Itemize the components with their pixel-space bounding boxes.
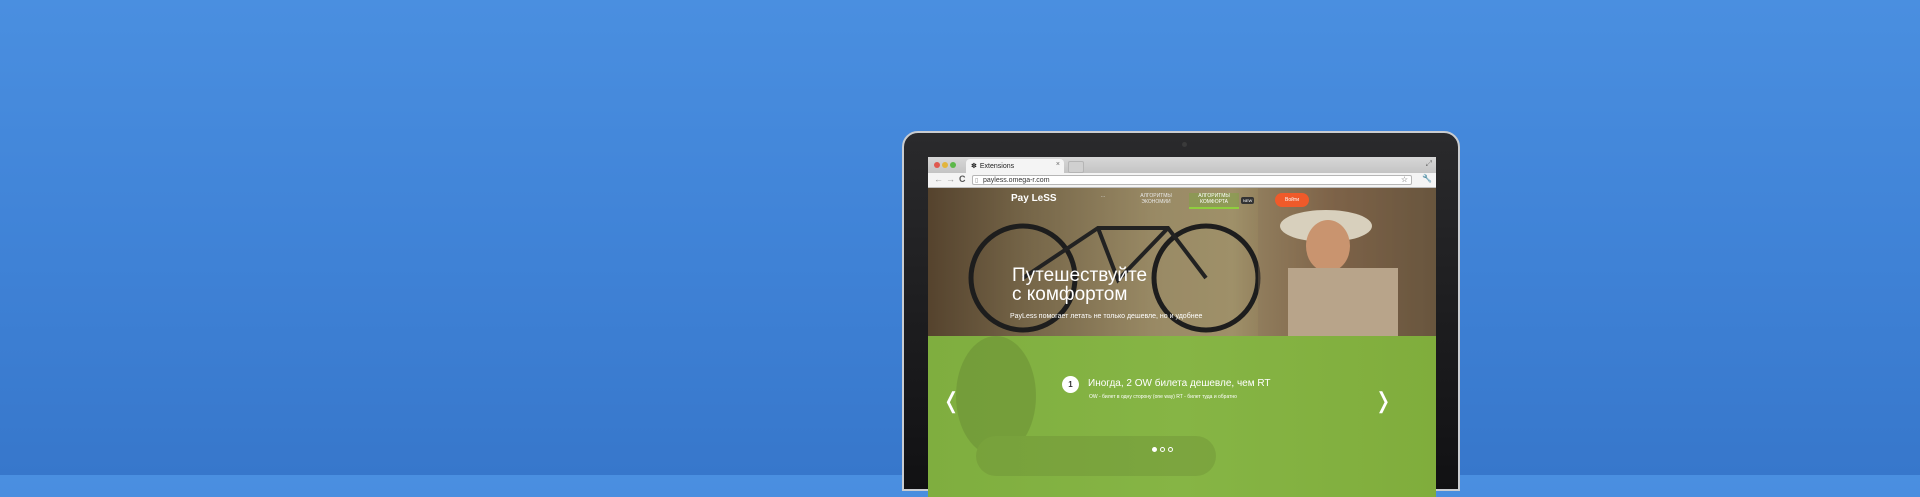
slider-next-arrow[interactable]: ❭: [1374, 388, 1392, 414]
background-figure: [956, 336, 1216, 476]
pager-dot-1[interactable]: [1152, 447, 1157, 452]
puzzle-icon: ✽: [971, 163, 977, 170]
tab-title: Extensions: [979, 162, 1015, 170]
nav-item-comfort[interactable]: АЛГОРИТМЫ КОМФОРТА: [1189, 193, 1239, 209]
slide-title: Иногда, 2 OW билета дешевле, чем RT: [1088, 378, 1271, 389]
pager-dot-2[interactable]: [1160, 447, 1165, 452]
slider-pagination: [1152, 439, 1176, 457]
laptop-screen: ✽ Extensions × ⤢ ← → C ▯ payless.omega-r…: [928, 157, 1436, 497]
reload-button[interactable]: C: [959, 174, 966, 184]
hero-title: Путешествуйте с комфортом: [1012, 266, 1147, 304]
new-badge: NEW: [1241, 197, 1255, 204]
minimize-window-button[interactable]: [942, 162, 948, 168]
slide-text: OW - билет в одну сторону (one way) RT -…: [1089, 394, 1237, 400]
back-button[interactable]: ←: [934, 174, 943, 184]
login-button[interactable]: Войти: [1275, 193, 1309, 207]
address-text: payless.omega-r.com: [983, 177, 1050, 184]
slide-number: 1: [1062, 376, 1079, 393]
wrench-icon[interactable]: 🔧: [1422, 174, 1432, 183]
site-logo[interactable]: Pay LeSS: [1011, 193, 1057, 204]
nav-item-economy[interactable]: АЛГОРИТМЫ ЭКОНОМИИ: [1138, 193, 1174, 205]
new-tab-button[interactable]: [1068, 161, 1084, 173]
tips-slider: ❬ ❭ 1 Иногда, 2 OW билета дешевле, чем R…: [928, 336, 1436, 497]
bookmark-star-icon[interactable]: ☆: [1401, 175, 1408, 185]
laptop-frame: ✽ Extensions × ⤢ ← → C ▯ payless.omega-r…: [902, 131, 1460, 497]
pager-dot-3[interactable]: [1168, 447, 1173, 452]
browser-tab[interactable]: ✽ Extensions ×: [966, 159, 1064, 173]
forward-button[interactable]: →: [946, 174, 955, 184]
maximize-window-button[interactable]: [950, 162, 956, 168]
slider-prev-arrow[interactable]: ❬: [942, 388, 960, 414]
close-tab-icon[interactable]: ×: [1056, 161, 1060, 168]
hero-title-line-2: с комфортом: [1012, 284, 1128, 305]
browser-tab-bar: ✽ Extensions × ⤢: [928, 157, 1436, 173]
hero-title-line-1: Путешествуйте: [1012, 265, 1148, 286]
page-icon: ▯: [975, 178, 979, 184]
browser-toolbar: ← → C ▯ payless.omega-r.com ☆ 🔧: [928, 173, 1436, 188]
hero-section: Pay LeSS … АЛГОРИТМЫ ЭКОНОМИИ АЛГОРИТМЫ …: [928, 188, 1436, 336]
close-window-button[interactable]: [934, 162, 940, 168]
nav-item-1[interactable]: …: [1085, 193, 1121, 199]
address-bar[interactable]: ▯ payless.omega-r.com ☆: [972, 175, 1412, 185]
hero-subtitle: PayLess помогает летать не только дешевл…: [1010, 313, 1203, 320]
camera-dot: [1182, 142, 1187, 147]
fullscreen-icon[interactable]: ⤢: [1426, 159, 1432, 169]
